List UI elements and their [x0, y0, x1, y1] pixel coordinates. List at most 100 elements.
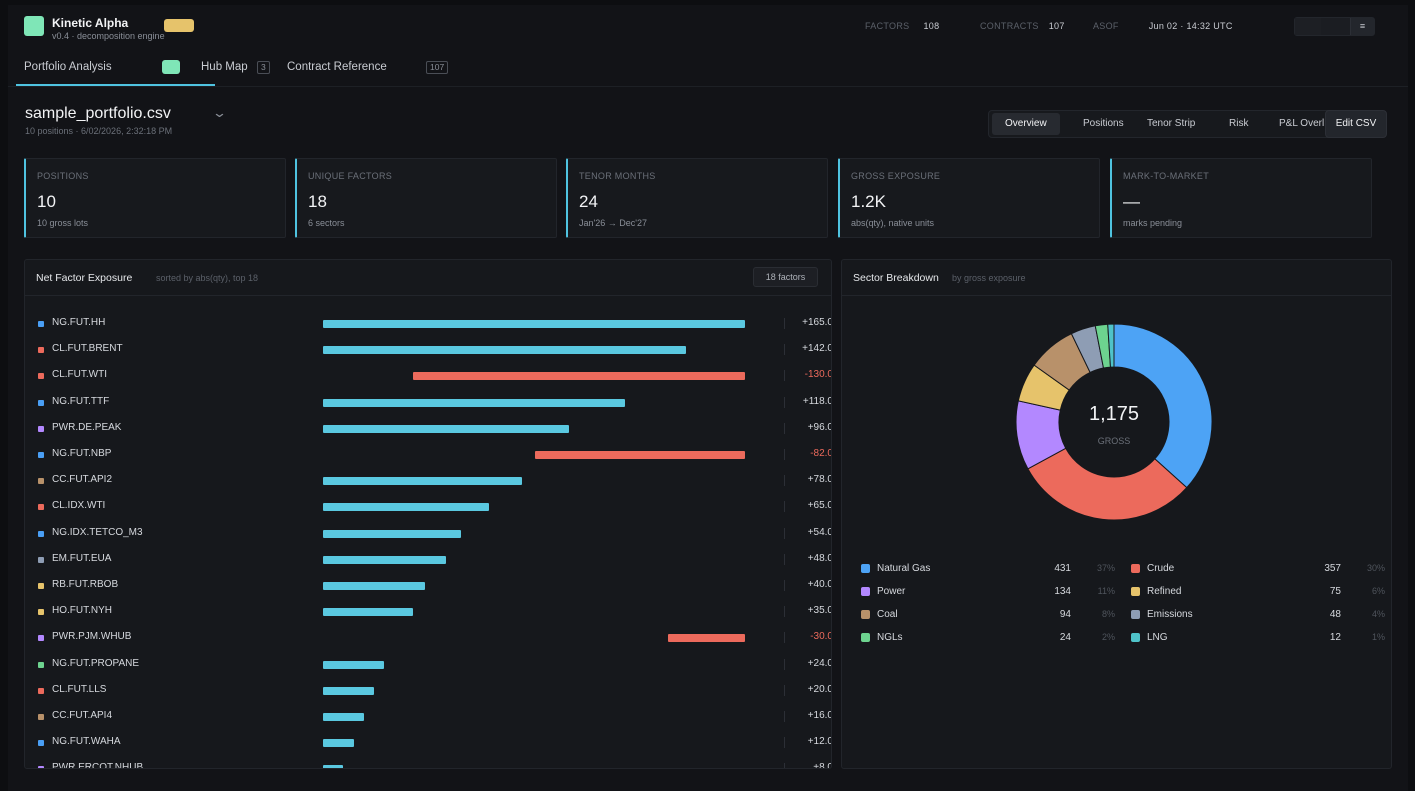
- exposure-value: +165.0: [802, 317, 832, 328]
- factor-dot: [38, 714, 44, 720]
- legend-name: NGLs: [877, 632, 903, 643]
- legend-item[interactable]: Power 134 11%: [861, 586, 1131, 600]
- exposure-row[interactable]: NG.FUT.TTF+118.0lots: [25, 395, 832, 421]
- exposure-row[interactable]: PWR.DE.PEAK+96.0lots: [25, 421, 832, 447]
- tab-risk[interactable]: Risk: [1229, 111, 1248, 137]
- card-value: 10: [37, 192, 56, 211]
- legend-value: 48: [1329, 609, 1341, 620]
- factor-name: NG.FUT.NBP: [52, 448, 112, 459]
- exposure-value: +118.0: [802, 395, 832, 407]
- panel-header: Net Factor Exposure sorted by abs(qty), …: [25, 260, 831, 296]
- exposure-row[interactable]: CL.IDX.WTI+65.0lots: [25, 499, 832, 525]
- factor-name: CL.IDX.WTI: [52, 500, 106, 512]
- nav-hub-map[interactable]: Hub Map: [201, 61, 248, 73]
- positions-card: POSITIONS 10 10 gross lots: [24, 158, 286, 238]
- panel-subtitle: sorted by abs(qty), top 18: [156, 273, 259, 283]
- asof-stat-value: Jun 02 · 14:32 UTC: [1148, 21, 1233, 31]
- edit-csv-button[interactable]: Edit CSV: [1325, 110, 1387, 138]
- card-sub: 6 sectors: [308, 218, 345, 228]
- legend-name: Coal: [877, 609, 898, 620]
- menu-button[interactable]: ≡: [1350, 18, 1374, 35]
- factor-dot: [38, 321, 44, 327]
- legend-item[interactable]: Crude 357 30%: [1131, 563, 1391, 577]
- tab-pnl-overlay[interactable]: P&L Overl: [1279, 111, 1324, 137]
- exposure-row[interactable]: CC.FUT.API4+16.0lots: [25, 709, 832, 735]
- theme-toggle-button[interactable]: [1295, 18, 1321, 35]
- exposure-row[interactable]: CL.FUT.WTI-130.0lots: [25, 368, 831, 394]
- legend-percent: 6%: [1371, 586, 1385, 596]
- factor-dot: [38, 766, 44, 768]
- factor-dot: [38, 347, 44, 354]
- legend-name: LNG: [1147, 632, 1168, 643]
- exposure-row[interactable]: HO.FUT.NYH+35.0lots: [25, 604, 831, 630]
- legend-swatch: [861, 587, 870, 596]
- legend-name: Emissions: [1147, 609, 1193, 620]
- exposure-value: -30.0: [810, 631, 832, 643]
- asof-stat-key: ASOF: [1093, 21, 1119, 31]
- exposure-value: +96.0: [807, 421, 832, 433]
- card-value: 1.2K: [851, 192, 886, 211]
- exposure-row[interactable]: CL.FUT.LLS+20.0lots: [25, 683, 831, 709]
- legend-value: 75: [1329, 586, 1341, 597]
- legend-item[interactable]: LNG 12 1%: [1131, 632, 1391, 646]
- exposure-bar: [323, 739, 354, 748]
- tab-overview[interactable]: Overview: [992, 113, 1060, 135]
- exposure-row[interactable]: NG.FUT.WAHA+12.0lots: [25, 735, 831, 761]
- donut-total: 1,175: [1088, 403, 1140, 425]
- app-version: v0.4 · decomposition engine: [52, 31, 165, 41]
- factor-name: CL.FUT.LLS: [52, 683, 107, 695]
- factor-dot: [38, 504, 44, 511]
- exposure-value: +8.0: [813, 762, 832, 769]
- legend-item[interactable]: Natural Gas 431 37%: [861, 563, 1131, 577]
- exposure-value: +16.0: [807, 710, 832, 721]
- legend-swatch: [1131, 564, 1140, 573]
- legend-item[interactable]: Refined 75 6%: [1131, 586, 1391, 600]
- nav-portfolio-analysis[interactable]: Portfolio Analysis: [24, 61, 112, 73]
- factor-dot: [38, 478, 44, 485]
- exposure-row[interactable]: CC.FUT.API2+78.0lots: [25, 473, 832, 499]
- exposure-bar: [323, 765, 344, 768]
- exposure-value: +65.0: [807, 500, 832, 512]
- exposure-row[interactable]: PWR.PJM.WHUB-30.0lots: [25, 630, 832, 656]
- tenor-months-card: TENOR MONTHS 24 Jan'26 → Dec'27: [566, 158, 828, 238]
- tab-tenor-strip[interactable]: Tenor Strip: [1147, 111, 1195, 137]
- exposure-bar: [323, 320, 745, 328]
- exposure-row[interactable]: RB.FUT.RBOB+40.0lots: [25, 578, 831, 604]
- top-header: Kinetic Alpha v0.4 · decomposition engin…: [8, 5, 1408, 51]
- exposure-row[interactable]: NG.FUT.NBP-82.0lots: [25, 447, 831, 473]
- legend-percent: 1%: [1371, 632, 1385, 642]
- exposure-bar: [323, 555, 446, 564]
- contracts-stat-value: 107: [1048, 21, 1065, 31]
- factor-dot: [38, 687, 44, 694]
- legend-item[interactable]: Coal 94 8%: [861, 609, 1131, 623]
- exposure-row[interactable]: EM.FUT.EUA+48.0lots: [25, 552, 831, 578]
- sector-breakdown-panel: Sector Breakdown by gross exposure 1,175…: [841, 259, 1392, 769]
- exposure-value: +78.0: [807, 474, 832, 486]
- exposure-row[interactable]: NG.FUT.PROPANE+24.0lots: [25, 657, 831, 683]
- card-label: GROSS EXPOSURE: [851, 171, 941, 181]
- exposure-bar: [323, 398, 625, 407]
- portfolio-file-name[interactable]: sample_portfolio.csv: [25, 105, 171, 123]
- exposure-bar: [323, 608, 413, 617]
- factors-stat-value: 108: [923, 21, 940, 31]
- factor-name: PWR.DE.PEAK: [52, 421, 122, 433]
- legend-swatch: [861, 633, 870, 642]
- exposure-row[interactable]: PWR.ERCOT.NHUB+8.0lots: [25, 761, 832, 769]
- panel-title: Net Factor Exposure: [36, 272, 133, 284]
- card-label: MARK-TO-MARKET: [1123, 171, 1210, 181]
- exposure-row[interactable]: NG.IDX.TETCO_M3+54.0lots: [25, 526, 831, 552]
- card-value: 24: [579, 192, 598, 211]
- nav-contract-reference[interactable]: Contract Reference: [287, 61, 387, 73]
- tab-positions[interactable]: Positions: [1083, 111, 1124, 137]
- legend-item[interactable]: Emissions 48 4%: [1131, 609, 1391, 623]
- donut-total-label: GROSS: [1097, 436, 1131, 446]
- legend-percent: 37%: [1096, 563, 1115, 573]
- unique-factors-card: UNIQUE FACTORS 18 6 sectors: [295, 158, 557, 238]
- file-chevron-down-icon[interactable]: ⌄: [212, 105, 227, 121]
- legend-value: 24: [1059, 632, 1071, 643]
- legend-item[interactable]: NGLs 24 2%: [861, 632, 1131, 646]
- contract-reference-count: 107: [426, 61, 449, 74]
- contracts-stat: CONTRACTS 107: [980, 21, 1065, 31]
- exposure-row[interactable]: CL.FUT.BRENT+142.0lots: [25, 342, 831, 368]
- exposure-row[interactable]: NG.FUT.HH+165.0lots: [25, 316, 832, 342]
